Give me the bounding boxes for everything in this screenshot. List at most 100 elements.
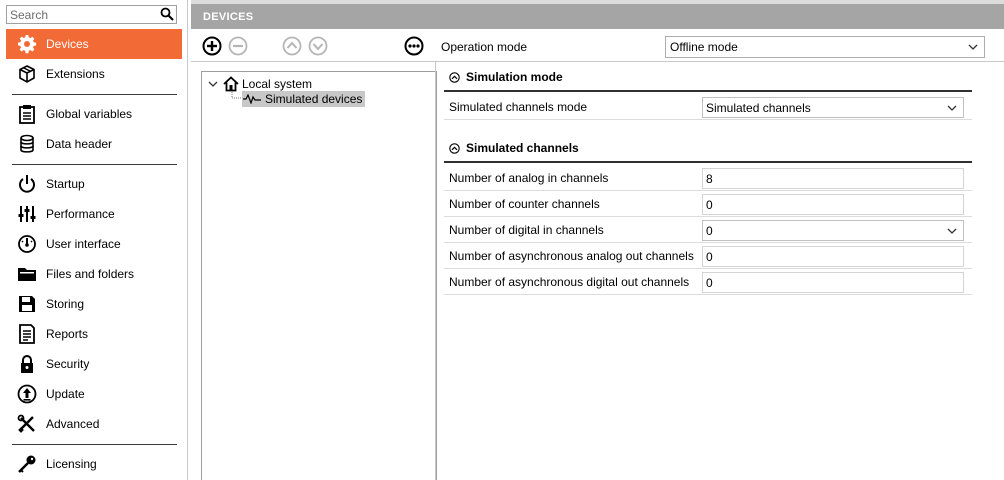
- search-input[interactable]: [7, 6, 155, 23]
- sidebar-item-advanced[interactable]: Advanced: [6, 409, 182, 439]
- digital-in-channels-select[interactable]: 0: [702, 220, 964, 241]
- nav-group-settings: Startup Performance User interface Files…: [6, 169, 182, 439]
- prop-value: 8: [706, 171, 713, 186]
- sidebar-item-update[interactable]: Update: [6, 379, 182, 409]
- device-tree: Local system Simulated devices: [201, 71, 437, 480]
- tree-item-label: Local system: [242, 77, 313, 91]
- sidebar-item-performance[interactable]: Performance: [6, 199, 182, 229]
- prop-row-digital-in: Number of digital in channels 0: [444, 217, 972, 243]
- chevron-down-icon[interactable]: [208, 79, 218, 89]
- prop-value: 0: [706, 275, 713, 290]
- section-title: Simulated channels: [466, 141, 579, 155]
- analog-in-channels-input[interactable]: 8: [702, 168, 964, 189]
- sidebar-item-label: Advanced: [46, 417, 100, 431]
- folder-icon: [16, 263, 38, 285]
- tree-item-simulated-devices[interactable]: Simulated devices: [242, 91, 366, 107]
- sidebar-item-reports[interactable]: Reports: [6, 319, 182, 349]
- remove-icon[interactable]: [228, 36, 248, 56]
- sidebar-item-user-interface[interactable]: User interface: [6, 229, 182, 259]
- sidebar-item-label: Extensions: [46, 67, 105, 81]
- sidebar-item-label: Licensing: [46, 457, 97, 471]
- section-title: Simulation mode: [466, 70, 563, 84]
- sidebar-item-startup[interactable]: Startup: [6, 169, 182, 199]
- sidebar-item-security[interactable]: Security: [6, 349, 182, 379]
- lock-icon: [16, 353, 38, 375]
- toolbar: Operation mode Offline mode: [191, 29, 1004, 62]
- clipboard-icon: [16, 103, 38, 125]
- sidebar-item-storing[interactable]: Storing: [6, 289, 182, 319]
- counter-channels-input[interactable]: 0: [702, 194, 964, 215]
- tree-item-local-system[interactable]: Local system: [208, 76, 312, 92]
- sidebar-item-label: Reports: [46, 327, 89, 341]
- gauge-icon: [16, 233, 38, 255]
- chevron-down-icon: [947, 105, 957, 111]
- operation-mode-value: Offline mode: [670, 40, 738, 54]
- simulated-channels-mode-select[interactable]: Simulated channels: [702, 97, 964, 118]
- tools-icon: [16, 413, 38, 435]
- sidebar-item-data-header[interactable]: Data header: [6, 129, 182, 159]
- sidebar-item-licensing[interactable]: Licensing: [6, 449, 182, 479]
- prop-value: 0: [706, 249, 713, 264]
- sidebar-item-label: Data header: [46, 137, 113, 151]
- floppy-icon: [16, 293, 38, 315]
- prop-value: 0: [706, 223, 713, 238]
- sidebar-divider: [12, 444, 177, 445]
- search-icon[interactable]: [160, 7, 174, 21]
- add-icon[interactable]: [202, 36, 222, 56]
- sidebar-item-label: Update: [46, 387, 85, 401]
- prop-row-async-digital-out: Number of asynchronous digital out chann…: [444, 269, 972, 295]
- power-icon: [16, 173, 38, 195]
- sliders-icon: [16, 203, 38, 225]
- report-icon: [16, 323, 38, 345]
- sidebar-item-label: Storing: [46, 297, 85, 311]
- sidebar-item-label: User interface: [46, 237, 121, 251]
- sidebar-item-global-variables[interactable]: Global variables: [6, 99, 182, 129]
- prop-label: Number of digital in channels: [449, 222, 604, 237]
- pane-divider[interactable]: [435, 62, 436, 480]
- page-title: DEVICES: [203, 10, 254, 23]
- collapse-icon[interactable]: [449, 142, 460, 154]
- operation-mode-label: Operation mode: [441, 40, 528, 54]
- collapse-icon[interactable]: [449, 71, 460, 83]
- nav-group-main: Devices Extensions: [6, 29, 182, 89]
- prop-label: Number of asynchronous digital out chann…: [449, 274, 690, 289]
- prop-label: Simulated channels mode: [449, 99, 588, 114]
- tree-item-label: Simulated devices: [265, 92, 363, 106]
- chevron-down-icon: [947, 228, 957, 234]
- key-icon: [16, 453, 38, 475]
- sidebar-item-label: Files and folders: [46, 267, 135, 281]
- async-digital-out-input[interactable]: 0: [702, 272, 964, 293]
- home-icon: [223, 76, 239, 92]
- prop-value: Simulated channels: [706, 100, 811, 115]
- async-analog-out-input[interactable]: 0: [702, 246, 964, 267]
- move-up-icon[interactable]: [282, 36, 302, 56]
- prop-label: Number of counter channels: [449, 196, 600, 211]
- operation-mode-select[interactable]: Offline mode: [665, 36, 985, 58]
- prop-value: 0: [706, 197, 713, 212]
- sidebar-item-label: Performance: [46, 207, 115, 221]
- nav-group-data: Global variables Data header: [6, 99, 182, 159]
- header-bar: DEVICES: [191, 0, 1004, 29]
- sidebar-item-label: Global variables: [46, 107, 133, 121]
- sidebar-item-devices[interactable]: Devices: [6, 29, 182, 59]
- search-box: [6, 5, 177, 24]
- update-icon: [16, 383, 38, 405]
- sidebar: Devices Extensions: [0, 0, 188, 480]
- move-down-icon[interactable]: [308, 36, 328, 56]
- sidebar-item-extensions[interactable]: Extensions: [6, 59, 182, 89]
- chevron-down-icon: [968, 44, 978, 50]
- section-simulation-mode[interactable]: Simulation mode: [444, 64, 972, 92]
- database-icon: [16, 133, 38, 155]
- gear-icon: [16, 33, 38, 55]
- prop-row-async-analog-out: Number of asynchronous analog out channe…: [444, 243, 972, 269]
- prop-row-analog-in: Number of analog in channels 8: [444, 165, 972, 191]
- sidebar-item-files-and-folders[interactable]: Files and folders: [6, 259, 182, 289]
- sidebar-item-label: Startup: [46, 177, 85, 191]
- signal-icon: [243, 94, 261, 104]
- prop-row-simulated-channels-mode: Simulated channels mode Simulated channe…: [444, 94, 972, 120]
- cube-icon: [16, 63, 38, 85]
- prop-label: Number of analog in channels: [449, 170, 609, 185]
- more-options-icon[interactable]: [404, 36, 424, 56]
- section-simulated-channels[interactable]: Simulated channels: [444, 135, 972, 163]
- sidebar-item-label: Security: [46, 357, 90, 371]
